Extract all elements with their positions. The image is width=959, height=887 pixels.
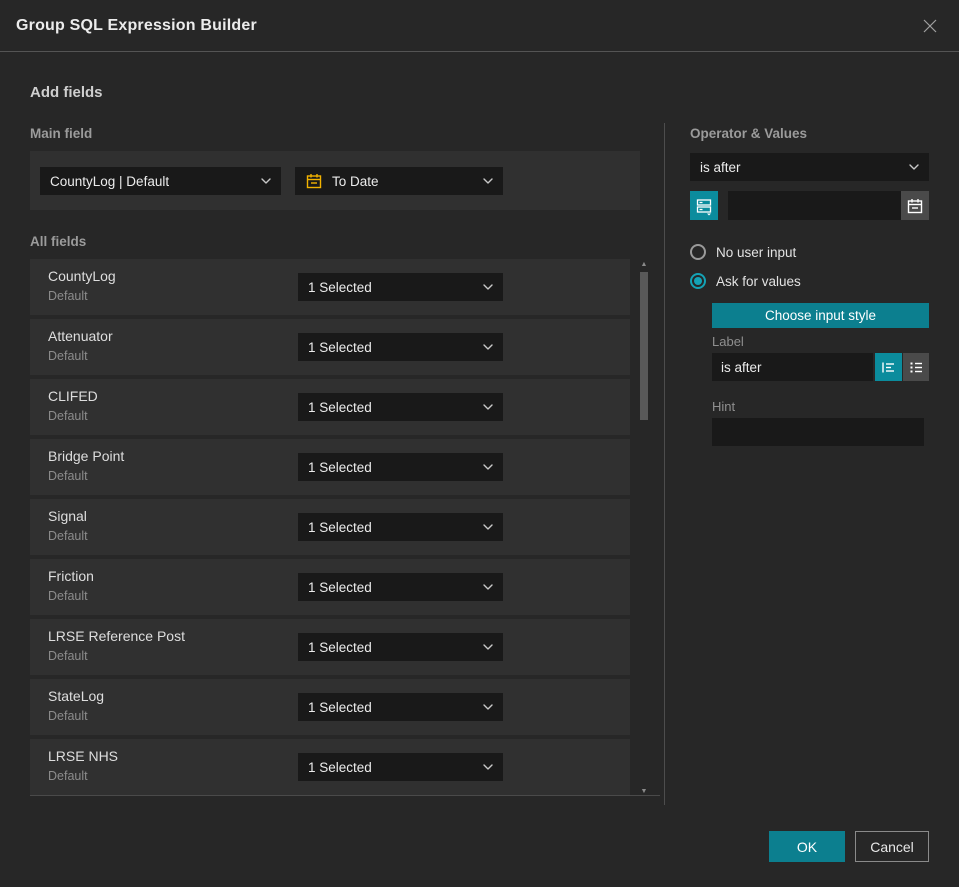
field-row: Friction Default 1 Selected [30, 559, 630, 615]
ok-button[interactable]: OK [769, 831, 845, 862]
field-values-select[interactable]: 1 Selected [298, 573, 503, 601]
multi-value-style-button[interactable] [902, 353, 929, 381]
value-input-row [690, 191, 929, 220]
chevron-down-icon [483, 284, 493, 290]
chevron-down-icon [483, 764, 493, 770]
list-bottom-divider [30, 795, 660, 796]
list-icon [907, 358, 925, 376]
vertical-divider [664, 123, 665, 805]
scroll-down-arrow-icon[interactable]: ▼ [639, 788, 649, 795]
cancel-button[interactable]: Cancel [855, 831, 929, 862]
single-input-style-button[interactable] [875, 353, 902, 381]
main-field-panel: CountyLog | Default To Date [30, 151, 640, 210]
dialog-title: Group SQL Expression Builder [16, 16, 257, 34]
chevron-down-icon [483, 644, 493, 650]
field-row: LRSE Reference Post Default 1 Selected [30, 619, 630, 675]
scrollbar-thumb[interactable] [640, 272, 648, 420]
choose-input-style-button[interactable]: Choose input style [712, 303, 929, 328]
radio-no-user-input[interactable]: No user input [690, 244, 796, 260]
close-button[interactable] [919, 15, 941, 37]
calendar-icon [906, 197, 924, 215]
operator-select[interactable]: is after [690, 153, 929, 181]
chevron-down-icon [909, 164, 919, 170]
field-row: Bridge Point Default 1 Selected [30, 439, 630, 495]
operator-select-value: is after [700, 159, 741, 175]
field-values-select[interactable]: 1 Selected [298, 333, 503, 361]
main-field-select[interactable]: CountyLog | Default [40, 167, 281, 195]
date-field-icon [305, 172, 323, 190]
close-icon [921, 17, 939, 35]
field-values-select[interactable]: 1 Selected [298, 693, 503, 721]
radio-label: Ask for values [716, 273, 801, 289]
field-row: Signal Default 1 Selected [30, 499, 630, 555]
fields-list-scrollbar[interactable]: ▲ ▼ [638, 261, 650, 799]
field-values-select[interactable]: 1 Selected [298, 513, 503, 541]
chevron-down-icon [483, 584, 493, 590]
add-fields-heading: Add fields [30, 84, 103, 101]
chevron-down-icon [483, 178, 493, 184]
value-type-toggle-button[interactable] [690, 191, 718, 220]
main-field-select-value: CountyLog | Default [50, 173, 170, 189]
field-values-select-value: 1 Selected [308, 699, 372, 715]
scroll-up-arrow-icon[interactable]: ▲ [639, 261, 649, 268]
field-row: CountyLog Default 1 Selected [30, 259, 630, 315]
field-type-select[interactable]: To Date [295, 167, 503, 195]
value-input[interactable] [728, 191, 901, 220]
field-type-select-value: To Date [332, 173, 379, 189]
chevron-down-icon [483, 344, 493, 350]
dialog-header: Group SQL Expression Builder [0, 0, 959, 52]
chevron-down-icon [483, 524, 493, 530]
field-values-select[interactable]: 1 Selected [298, 633, 503, 661]
field-values-select-value: 1 Selected [308, 639, 372, 655]
field-values-select-value: 1 Selected [308, 759, 372, 775]
radio-ask-for-values[interactable]: Ask for values [690, 273, 801, 289]
radio-icon [690, 244, 706, 260]
field-values-select-value: 1 Selected [308, 519, 372, 535]
label-field-label: Label [712, 334, 744, 349]
operator-values-label: Operator & Values [690, 126, 808, 141]
radio-icon [690, 273, 706, 289]
chevron-down-icon [483, 704, 493, 710]
all-fields-label: All fields [30, 234, 87, 249]
field-values-select-value: 1 Selected [308, 279, 372, 295]
field-values-select[interactable]: 1 Selected [298, 273, 503, 301]
label-input[interactable] [712, 353, 873, 381]
group-sql-expression-builder-dialog: Group SQL Expression Builder Add fields … [0, 0, 959, 887]
field-values-select-value: 1 Selected [308, 399, 372, 415]
hint-field-label: Hint [712, 399, 736, 414]
date-picker-button[interactable] [901, 191, 929, 220]
field-row: Attenuator Default 1 Selected [30, 319, 630, 375]
field-values-select[interactable]: 1 Selected [298, 753, 503, 781]
hint-input[interactable] [712, 418, 924, 446]
field-row: CLIFED Default 1 Selected [30, 379, 630, 435]
field-values-select[interactable]: 1 Selected [298, 453, 503, 481]
field-values-select[interactable]: 1 Selected [298, 393, 503, 421]
stacked-values-icon [694, 196, 714, 216]
radio-label: No user input [716, 244, 797, 260]
field-row: LRSE NHS Default 1 Selected [30, 739, 630, 795]
chevron-down-icon [483, 404, 493, 410]
align-left-icon [879, 358, 897, 376]
label-input-row [712, 353, 929, 381]
all-fields-list: CountyLog Default 1 Selected Attenuator … [30, 259, 630, 799]
main-field-label: Main field [30, 126, 93, 141]
field-row: StateLog Default 1 Selected [30, 679, 630, 735]
field-values-select-value: 1 Selected [308, 579, 372, 595]
chevron-down-icon [483, 464, 493, 470]
field-values-select-value: 1 Selected [308, 459, 372, 475]
chevron-down-icon [261, 178, 271, 184]
field-values-select-value: 1 Selected [308, 339, 372, 355]
